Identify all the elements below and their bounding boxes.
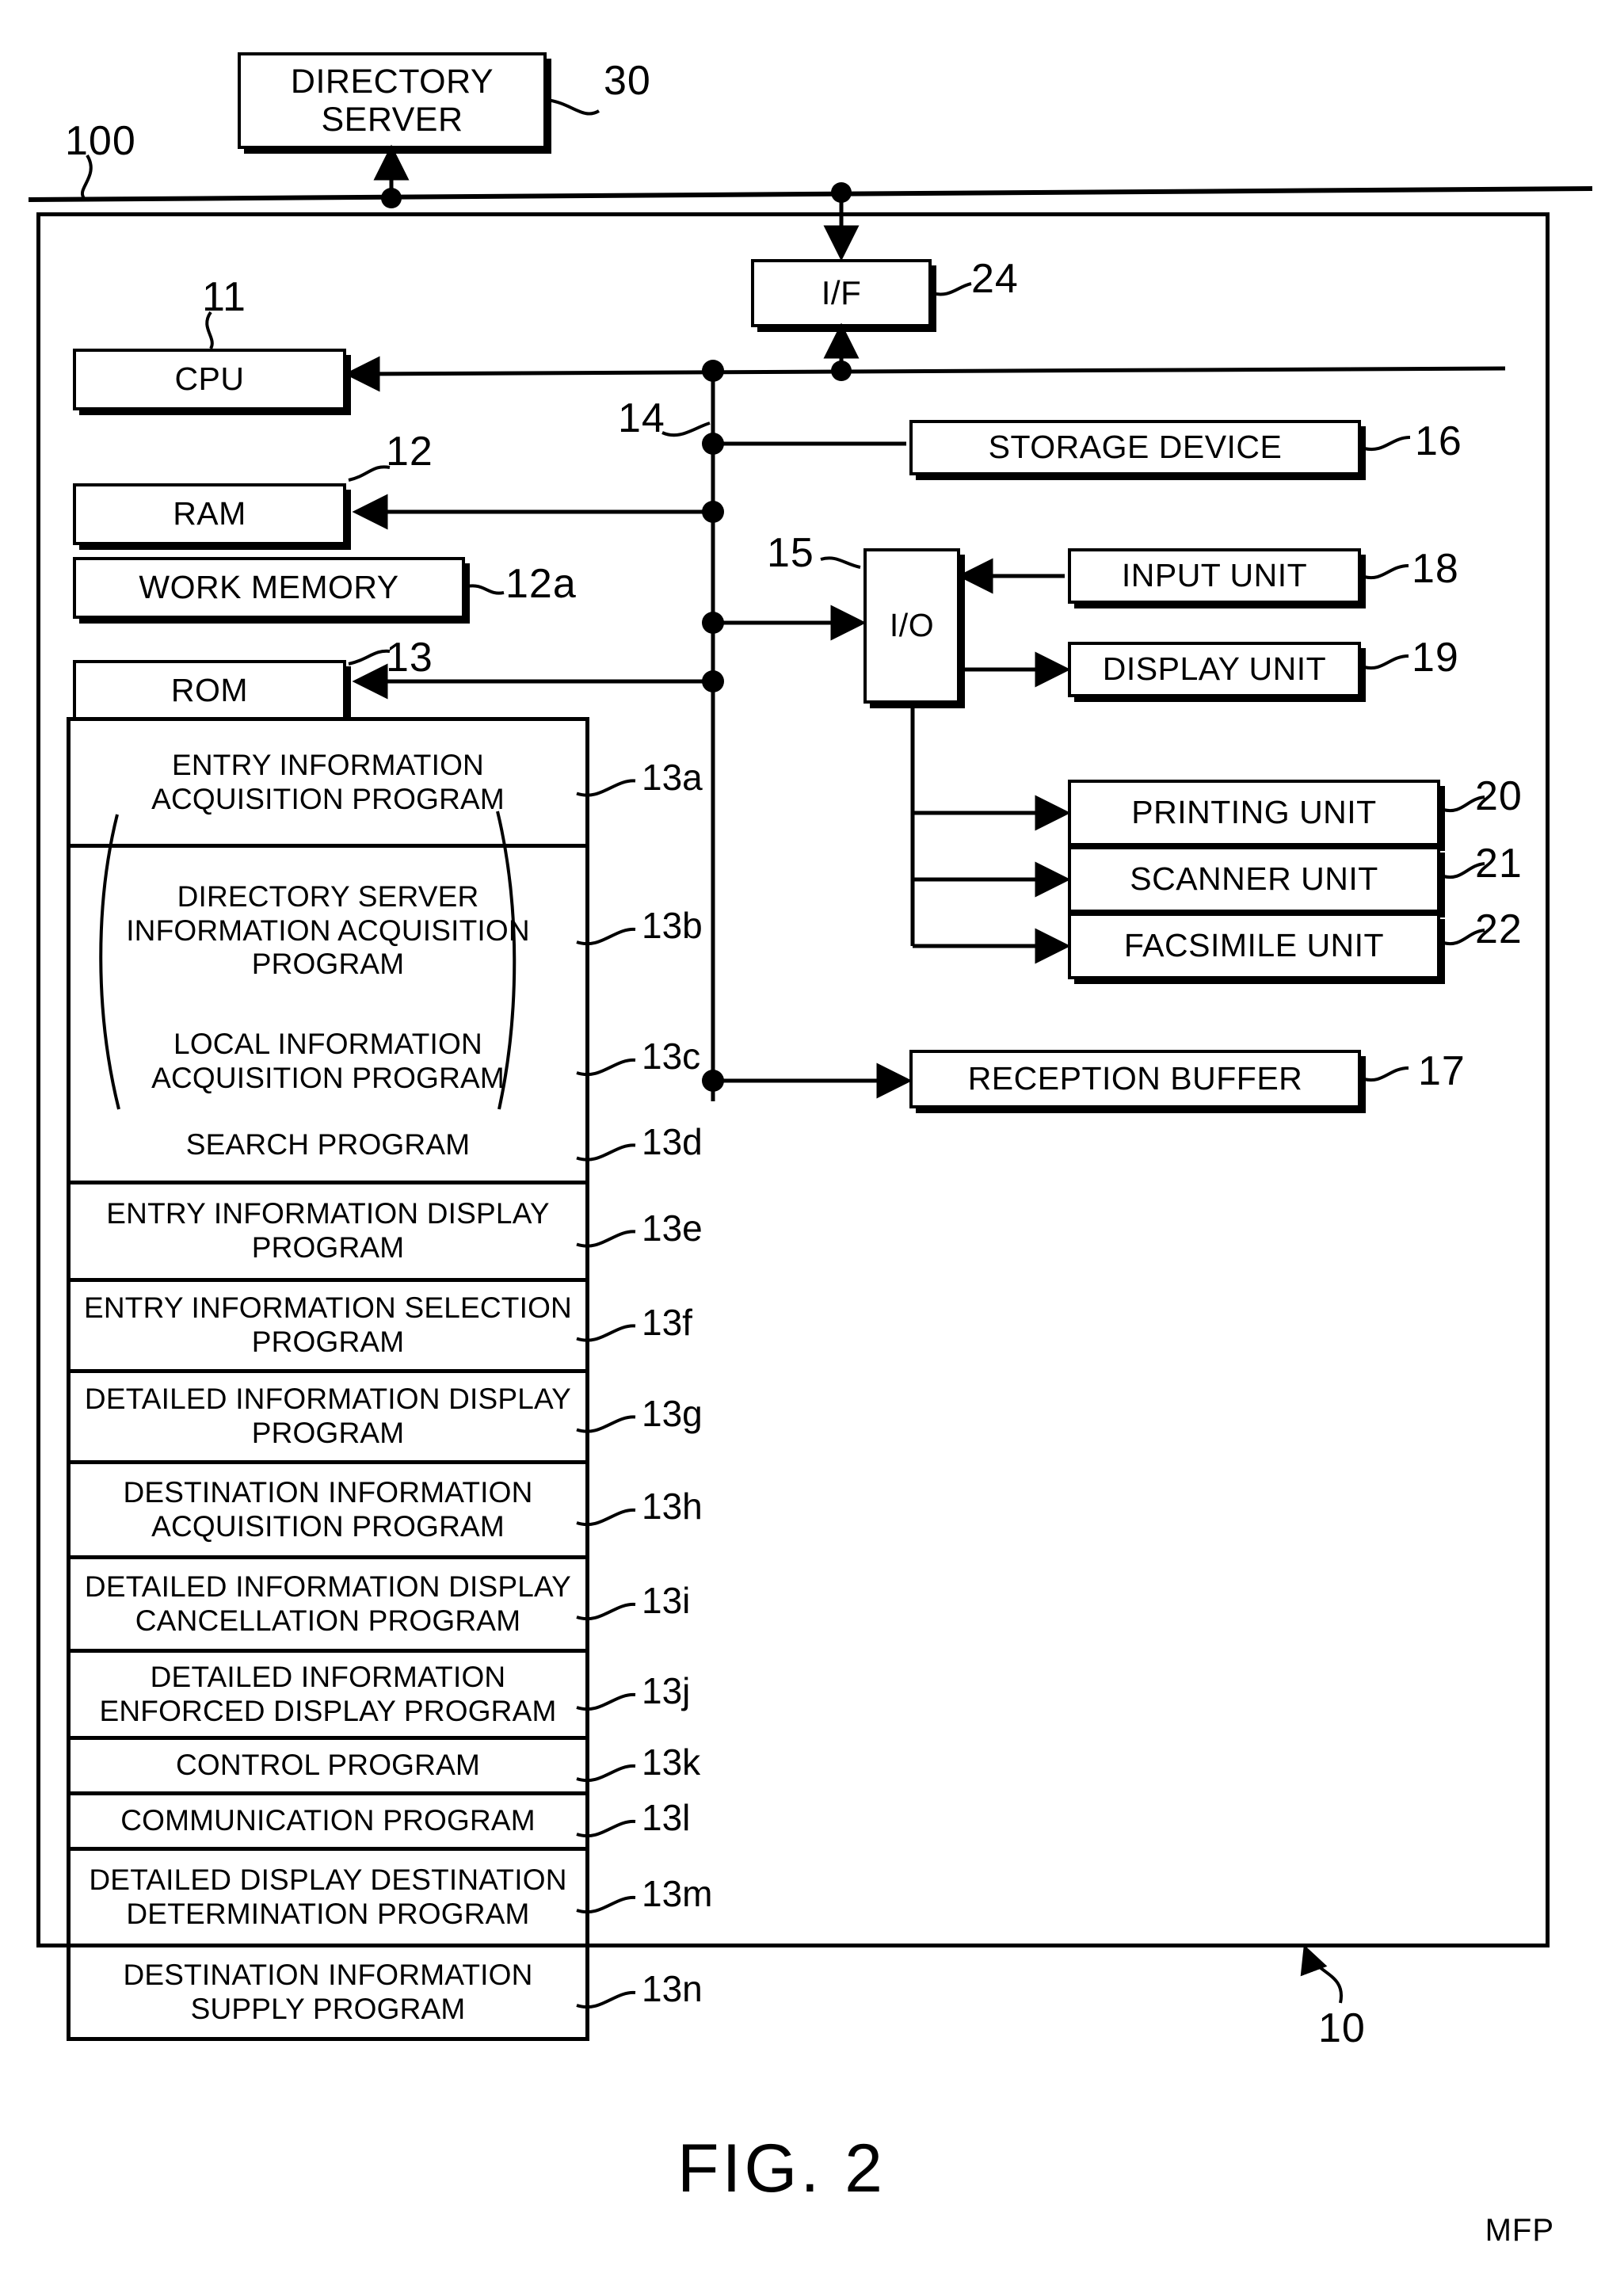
scanner-unit-box: SCANNER UNIT [1068,846,1440,913]
rom-program-label: DIRECTORY SERVER INFORMATION ACQUISITION… [126,879,530,981]
rom-program-ref: 13c [642,1036,701,1077]
rom-program-item: SEARCH PROGRAM [67,1109,589,1184]
rom-program-label: DETAILED DISPLAY DESTINATION DETERMINATI… [89,1863,567,1930]
rom-program-ref: 13k [642,1741,701,1783]
rom-program-label: ENTRY INFORMATION ACQUISITION PROGRAM [151,748,505,815]
ref-100: 100 [65,118,136,164]
ref-21: 21 [1475,841,1523,887]
figure-caption: FIG. 2 [677,2131,886,2207]
rom-program-item: DETAILED INFORMATION DISPLAY PROGRAM [67,1373,589,1464]
ref-10: 10 [1318,2005,1366,2051]
rom-program-ref: 13j [642,1670,691,1711]
storage-device-label: STORAGE DEVICE [988,429,1283,466]
rom-program-ref: 13h [642,1486,703,1527]
work-memory-label: WORK MEMORY [139,569,399,606]
rom-program-item: DETAILED INFORMATION DISPLAY CANCELLATIO… [67,1559,589,1653]
rom-program-item: DETAILED DISPLAY DESTINATION DETERMINATI… [67,1851,589,1947]
rom-program-label: ENTRY INFORMATION SELECTION PROGRAM [84,1291,572,1358]
rom-box: ROM [73,660,346,722]
reception-buffer-label: RECEPTION BUFFER [967,1060,1303,1097]
rom-program-ref: 13g [642,1392,703,1434]
rom-program-label: DETAILED INFORMATION ENFORCED DISPLAY PR… [99,1660,557,1727]
rom-program-label: SEARCH PROGRAM [185,1127,471,1161]
rom-program-label: DESTINATION INFORMATION SUPPLY PROGRAM [123,1958,533,2025]
rom-program-label: CONTROL PROGRAM [176,1749,480,1782]
reception-buffer-box: RECEPTION BUFFER [909,1050,1361,1108]
ref-12: 12 [386,429,433,475]
printing-unit-label: PRINTING UNIT [1131,794,1377,831]
ref-18: 18 [1412,546,1459,592]
directory-server-label: DIRECTORY SERVER [290,62,494,139]
display-unit-box: DISPLAY UNIT [1068,642,1361,697]
rom-label: ROM [170,672,249,709]
rom-program-item: LOCAL INFORMATION ACQUISITION PROGRAM [67,1014,589,1109]
ram-label: RAM [173,495,246,532]
rom-program-label: DETAILED INFORMATION DISPLAY CANCELLATIO… [84,1570,572,1637]
rom-program-label: ENTRY INFORMATION DISPLAY PROGRAM [106,1197,550,1264]
rom-program-item: DESTINATION INFORMATION SUPPLY PROGRAM [67,1947,589,2041]
rom-program-ref: 13e [642,1207,703,1249]
cpu-box: CPU [73,349,346,410]
rom-program-item: DIRECTORY SERVER INFORMATION ACQUISITION… [67,848,589,1014]
ref-22: 22 [1475,906,1523,952]
rom-program-label: DESTINATION INFORMATION ACQUISITION PROG… [123,1475,533,1543]
io-label: I/O [889,607,935,644]
rom-program-item: DESTINATION INFORMATION ACQUISITION PROG… [67,1464,589,1559]
rom-program-ref: 13i [642,1580,691,1621]
rom-program-item: COMMUNICATION PROGRAM [67,1795,589,1851]
ref-19: 19 [1412,635,1459,681]
rom-program-item: DETAILED INFORMATION ENFORCED DISPLAY PR… [67,1653,589,1740]
ref-20: 20 [1475,773,1523,819]
rom-program-ref: 13f [642,1301,692,1343]
rom-program-ref: 13a [642,756,703,798]
ref-12a: 12a [505,561,577,607]
ref-24: 24 [971,256,1019,302]
rom-program-label: LOCAL INFORMATION ACQUISITION PROGRAM [151,1028,505,1094]
interface-box: I/F [751,259,932,327]
io-box: I/O [863,548,960,704]
rom-program-list: ENTRY INFORMATION ACQUISITION PROGRAM DIR… [67,717,589,2041]
cpu-label: CPU [174,360,245,398]
rom-program-ref: 13l [642,1797,691,1838]
rom-program-ref: 13d [642,1120,703,1162]
ref-30: 30 [604,58,651,104]
rom-program-item: ENTRY INFORMATION ACQUISITION PROGRAM [67,717,589,848]
facsimile-unit-label: FACSIMILE UNIT [1123,927,1385,964]
facsimile-unit-box: FACSIMILE UNIT [1068,913,1440,979]
printing-unit-box: PRINTING UNIT [1068,780,1440,846]
work-memory-box: WORK MEMORY [73,557,465,619]
rom-program-item: ENTRY INFORMATION SELECTION PROGRAM [67,1282,589,1373]
interface-label: I/F [821,274,862,312]
input-unit-box: INPUT UNIT [1068,548,1361,604]
rom-program-ref: 13b [642,905,703,946]
storage-device-box: STORAGE DEVICE [909,420,1361,475]
rom-program-ref: 13m [642,1873,713,1914]
display-unit-label: DISPLAY UNIT [1102,650,1327,688]
rom-program-label: COMMUNICATION PROGRAM [120,1804,536,1837]
ref-11: 11 [202,274,246,320]
ref-14: 14 [618,395,665,441]
mfp-enclosure-label: MFP [1485,2213,1554,2248]
rom-program-item: ENTRY INFORMATION DISPLAY PROGRAM [67,1184,589,1282]
directory-server-box: DIRECTORY SERVER [238,52,547,149]
rom-program-ref: 13n [642,1968,703,2009]
ref-15: 15 [767,530,814,576]
ram-box: RAM [73,483,346,545]
input-unit-label: INPUT UNIT [1121,557,1308,594]
scanner-unit-label: SCANNER UNIT [1130,860,1378,898]
rom-program-label: DETAILED INFORMATION DISPLAY PROGRAM [84,1383,572,1449]
ref-13: 13 [386,635,433,681]
ref-17: 17 [1418,1048,1466,1094]
ref-16: 16 [1415,418,1462,464]
patent-figure-2: MFP DIRECTORY SERVER 30 100 I/F 24 CPU 1… [0,0,1624,2285]
rom-program-item: CONTROL PROGRAM [67,1740,589,1795]
